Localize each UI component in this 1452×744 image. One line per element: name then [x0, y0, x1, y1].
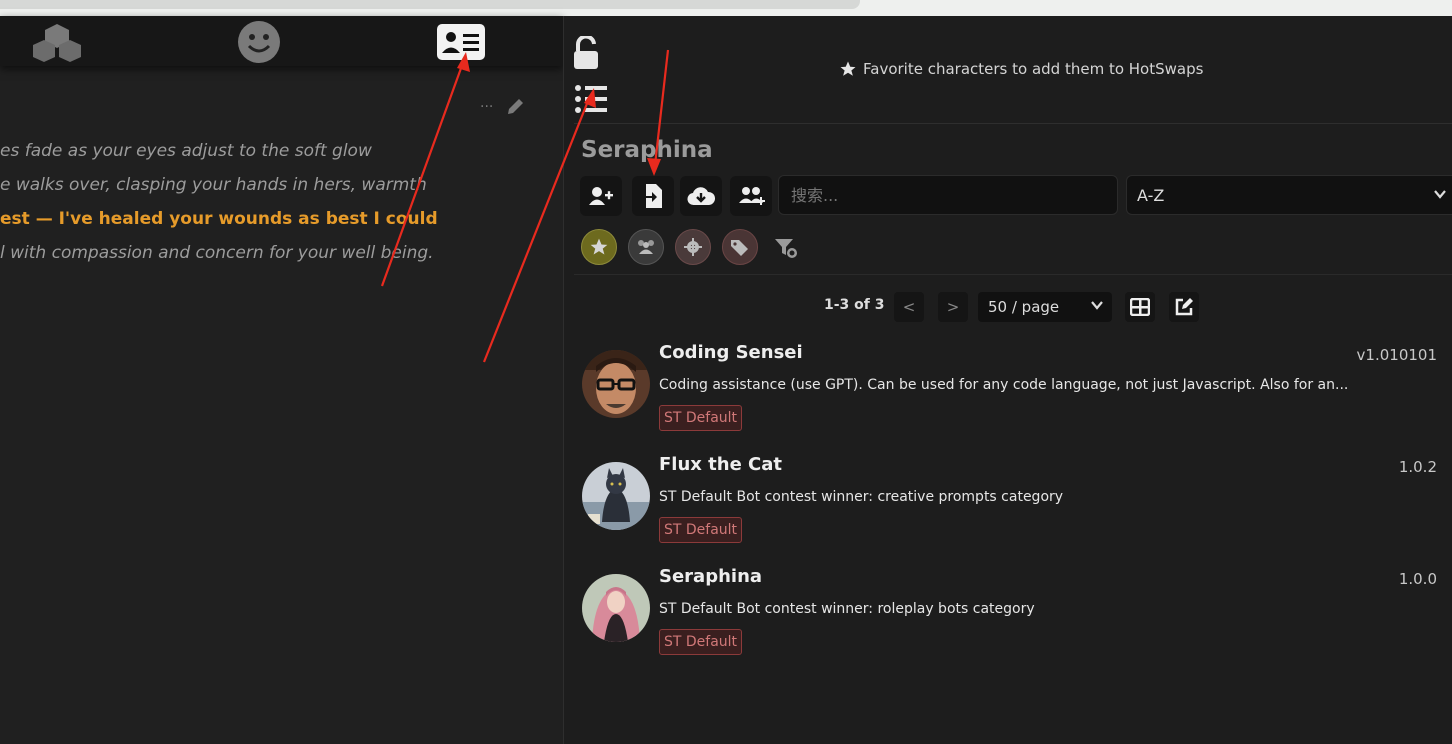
character-card[interactable]: Coding Sensei v1.010101 Coding assistanc…	[580, 342, 1452, 450]
import-file-icon	[642, 184, 662, 208]
character-version: 1.0.2	[1398, 458, 1437, 476]
pagination-range: 1-3 of 3	[824, 297, 885, 313]
chat-message: es fade as your eyes adjust to the soft …	[0, 134, 560, 270]
chat-line-2: e walks over, clasping your hands in her…	[0, 175, 427, 195]
favorites-filter[interactable]	[581, 229, 617, 265]
next-page-button[interactable]: >	[938, 292, 968, 322]
character-search-input[interactable]	[778, 175, 1118, 215]
selected-character-name: Seraphina	[581, 137, 713, 163]
star-icon	[840, 61, 856, 76]
tags-filter[interactable]	[722, 229, 758, 265]
chevron-down-icon	[1434, 190, 1446, 199]
character-version: 1.0.0	[1398, 570, 1437, 588]
character-version: v1.010101	[1356, 346, 1437, 364]
sort-order-value: A-Z	[1137, 185, 1165, 205]
groups-filter[interactable]	[628, 229, 664, 265]
divider	[574, 123, 1452, 124]
edit-icon	[1175, 298, 1193, 316]
avatar	[582, 350, 650, 418]
pencil-icon[interactable]	[504, 96, 526, 118]
hotswap-hint: Favorite characters to add them to HotSw…	[839, 60, 1203, 78]
browser-strip-bar	[0, 0, 860, 9]
character-list-panel: Favorite characters to add them to HotSw…	[563, 16, 1452, 744]
import-url-button[interactable]	[680, 176, 722, 216]
grid-icon	[1130, 298, 1150, 316]
filter-clear-icon[interactable]	[774, 237, 798, 259]
smiley-icon	[238, 21, 280, 63]
list-icon[interactable]	[574, 84, 608, 114]
tag-badge[interactable]: ST Default	[659, 405, 743, 431]
character-card[interactable]: Flux the Cat 1.0.2 ST Default Bot contes…	[580, 454, 1452, 562]
persona-tab[interactable]	[232, 20, 286, 64]
avatar	[582, 574, 650, 642]
character-name: Seraphina	[659, 566, 763, 587]
browser-strip	[0, 0, 1452, 16]
id-card-icon	[437, 24, 485, 60]
bulk-edit-button[interactable]	[1169, 292, 1199, 322]
star-icon	[590, 238, 608, 255]
tag-badge[interactable]: ST Default	[659, 629, 743, 655]
tags-icon	[731, 240, 748, 256]
unlock-icon[interactable]	[572, 36, 602, 70]
grid-view-button[interactable]	[1125, 292, 1155, 322]
character-description: ST Default Bot contest winner: roleplay …	[659, 601, 1035, 617]
divider	[574, 274, 1452, 275]
chat-panel: ··· es fade as your eyes adjust to the s…	[0, 16, 563, 744]
sort-order-select[interactable]: A-Z	[1126, 175, 1452, 215]
per-page-value: 50 / page	[988, 298, 1060, 316]
chat-line-3: est — I've healed your wounds as best I …	[0, 209, 438, 229]
left-tab-bar	[0, 16, 563, 66]
add-user-icon	[589, 187, 613, 205]
character-name: Flux the Cat	[659, 454, 783, 475]
import-file-button[interactable]	[632, 176, 674, 216]
character-name: Coding Sensei	[659, 342, 803, 363]
tag-badge[interactable]: ST Default	[659, 517, 743, 543]
chat-line-1: es fade as your eyes adjust to the soft …	[0, 141, 372, 161]
character-description: Coding assistance (use GPT). Can be used…	[659, 377, 1349, 393]
per-page-select[interactable]: 50 / page	[978, 292, 1112, 322]
hotswap-text: Favorite characters to add them to HotSw…	[863, 60, 1204, 78]
chevron-down-icon	[1091, 301, 1103, 310]
character-management-tab[interactable]	[434, 20, 488, 64]
extensions-tab[interactable]	[30, 20, 84, 64]
cubes-icon	[33, 24, 81, 62]
character-description: ST Default Bot contest winner: creative …	[659, 489, 1064, 505]
group-add-icon	[739, 187, 765, 205]
settings-filter[interactable]	[675, 229, 711, 265]
avatar	[582, 462, 650, 530]
message-tools[interactable]: ···	[480, 96, 526, 118]
character-card[interactable]: Seraphina 1.0.0 ST Default Bot contest w…	[580, 566, 1452, 674]
more-icon[interactable]: ···	[480, 99, 493, 115]
users-icon	[638, 240, 654, 254]
create-group-button[interactable]	[730, 176, 772, 216]
gear-icon	[684, 238, 702, 256]
chat-line-4: l with compassion and concern for your w…	[0, 243, 434, 263]
cloud-download-icon	[687, 187, 715, 206]
create-character-button[interactable]	[580, 176, 622, 216]
prev-page-button[interactable]: <	[894, 292, 924, 322]
